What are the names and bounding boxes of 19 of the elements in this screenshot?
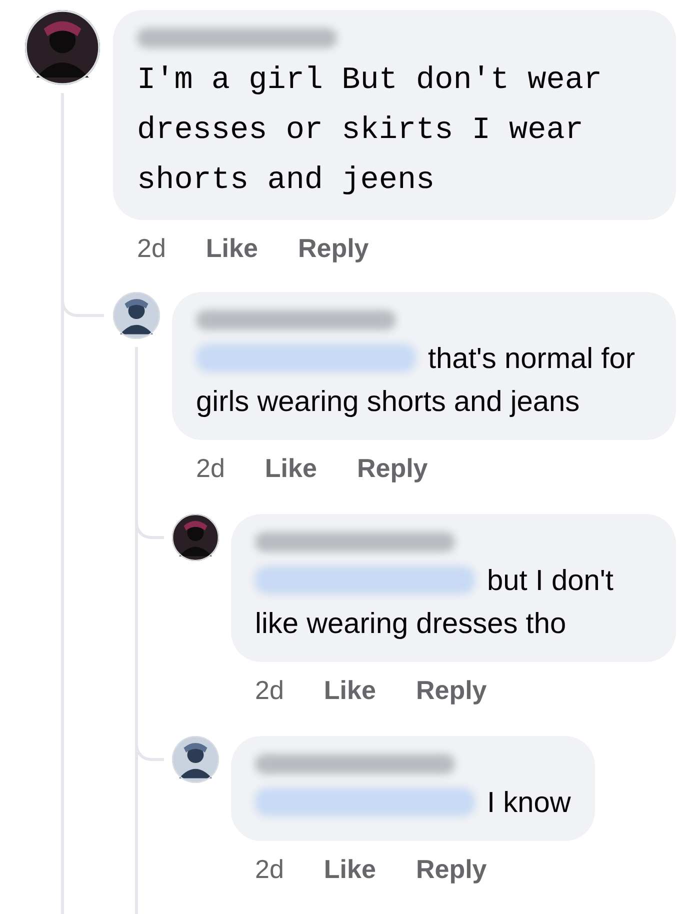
reply-link[interactable]: Reply — [416, 853, 487, 885]
comment-text: I'm a girl But don't wear dresses or skirts I wear shorts and jeens — [137, 63, 602, 198]
reply-link[interactable]: Reply — [356, 452, 428, 484]
like-link[interactable]: Like — [206, 232, 258, 264]
reply-link[interactable]: Reply — [298, 232, 369, 264]
comment-text: that's normal for girls wearing shorts and jeans — [196, 343, 636, 418]
blurred-mention[interactable] — [196, 344, 416, 372]
blurred-mention[interactable] — [255, 788, 475, 816]
comment-time: 2d — [255, 853, 284, 885]
comment-text: but I don't like wearing dresses tho — [255, 565, 614, 640]
comment-time: 2d — [137, 232, 166, 264]
like-link[interactable]: Like — [264, 452, 317, 484]
reply-link[interactable]: Reply — [416, 674, 487, 706]
like-link[interactable]: Like — [324, 674, 376, 706]
like-link[interactable]: Like — [324, 853, 376, 885]
blurred-mention[interactable] — [255, 566, 475, 594]
comment-time: 2d — [255, 674, 284, 706]
comment-time: 2d — [196, 452, 225, 484]
comment-text: I know — [255, 787, 571, 819]
